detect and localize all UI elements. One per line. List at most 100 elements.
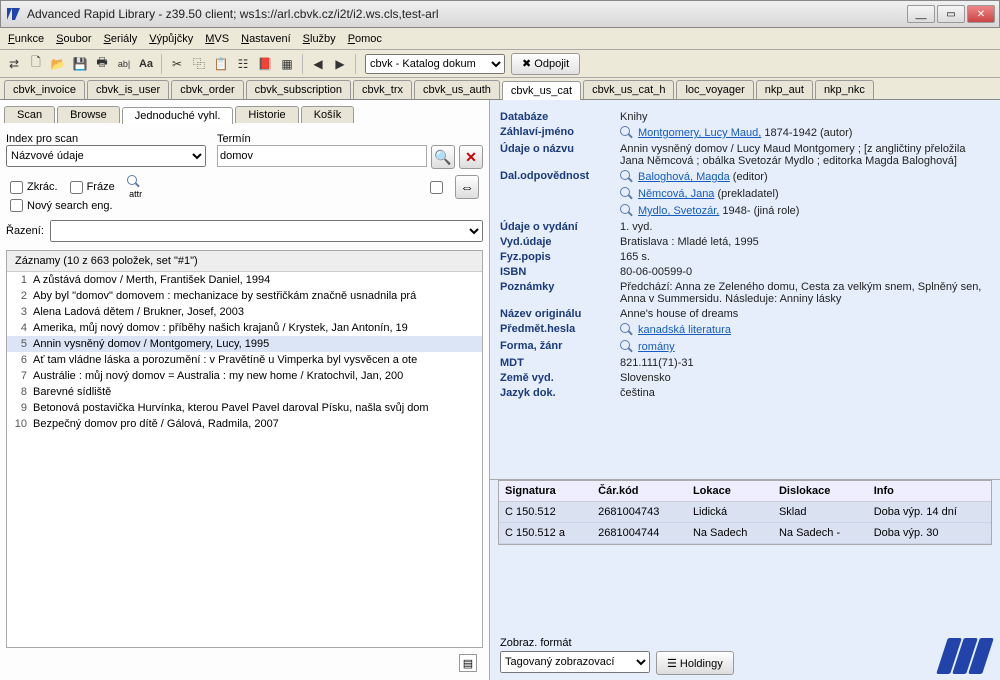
grid-icon[interactable]: ▦ xyxy=(277,54,297,74)
result-row[interactable]: 6Ať tam vládne láska a porozumění : v Pr… xyxy=(7,352,482,368)
list-expand-icon[interactable]: ▤ xyxy=(459,654,477,672)
holdings-row[interactable]: C 150.512 a2681004744Na SadechNa Sadech … xyxy=(499,523,991,544)
window-title: Advanced Rapid Library - z39.50 client; … xyxy=(27,7,907,21)
cut-icon[interactable]: ✂ xyxy=(167,54,187,74)
search-button[interactable]: 🔍 xyxy=(431,145,455,169)
result-row[interactable]: 4Amerika, můj nový domov : příběhy našic… xyxy=(7,320,482,336)
dbtab-cbvk_invoice[interactable]: cbvk_invoice xyxy=(4,80,85,99)
detail-label: Údaje o názvu xyxy=(500,143,620,155)
db-tabs: cbvk_invoicecbvk_is_usercbvk_ordercbvk_s… xyxy=(0,78,1000,100)
menubar: Funkce Soubor Seriály Výpůjčky MVS Nastavení S… xyxy=(0,28,1000,50)
database-select[interactable]: cbvk - Katalog dokum xyxy=(365,54,505,74)
detail-value: Slovensko xyxy=(620,372,990,384)
print-icon[interactable]: 🖶 xyxy=(92,54,112,74)
holdings-col: Info xyxy=(868,481,991,502)
menu-výpůjčky[interactable]: Výpůjčky xyxy=(149,33,193,45)
result-row[interactable]: 10Bezpečný domov pro dítě / Gálová, Radm… xyxy=(7,416,482,432)
dbtab-cbvk_us_cat[interactable]: cbvk_us_cat xyxy=(502,81,581,100)
zkrac-checkbox[interactable]: Zkrác. xyxy=(10,181,58,194)
book-icon[interactable]: 📕 xyxy=(255,54,275,74)
detail-link[interactable]: Mydlo, Svetozár, xyxy=(638,205,719,217)
maximize-button[interactable]: ▭ xyxy=(937,5,965,23)
dbtab-nkp_aut[interactable]: nkp_aut xyxy=(756,80,813,99)
detail-link[interactable]: Baloghová, Magda xyxy=(638,171,730,183)
detail-value: 821.111(71)-31 xyxy=(620,357,990,369)
dbtab-cbvk_is_user[interactable]: cbvk_is_user xyxy=(87,80,169,99)
clear-button[interactable]: ✕ xyxy=(459,145,483,169)
right-pane: DatabázeKnihyZáhlaví-jménoMontgomery, Lu… xyxy=(490,100,1000,680)
result-list: Záznamy (10 z 663 položek, set "#1") 1A … xyxy=(6,250,483,648)
connect-icon[interactable]: ⇄ xyxy=(4,54,24,74)
holdings-col: Čár.kód xyxy=(592,481,687,502)
index-select[interactable]: Názvové údaje xyxy=(6,145,206,167)
swap-button[interactable]: ⇔ xyxy=(455,175,479,199)
subtab-1[interactable]: Browse xyxy=(57,106,120,123)
term-label: Termín xyxy=(217,133,483,145)
unknown-checkbox[interactable] xyxy=(430,181,443,194)
menu-funkce[interactable]: Funkce xyxy=(8,33,44,45)
result-row[interactable]: 5Annin vysněný domov / Montgomery, Lucy,… xyxy=(7,336,482,352)
detail-label: Název originálu xyxy=(500,308,620,320)
menu-nastavení[interactable]: Nastavení xyxy=(241,33,291,45)
attr-icon[interactable] xyxy=(127,175,141,189)
close-button[interactable]: ✕ xyxy=(967,5,995,23)
detail-value: 165 s. xyxy=(620,251,990,263)
copy-icon[interactable]: ⿻ xyxy=(189,54,209,74)
detail-label: Poznámky xyxy=(500,281,620,293)
dbtab-cbvk_subscription[interactable]: cbvk_subscription xyxy=(246,80,351,99)
subtab-2[interactable]: Jednoduché vyhl. xyxy=(122,107,234,124)
font-icon[interactable]: Aa xyxy=(136,54,156,74)
subtab-3[interactable]: Historie xyxy=(235,106,298,123)
minimize-button[interactable]: __ xyxy=(907,5,935,23)
detail-value: Předchází: Anna ze Zeleného domu, Cesta … xyxy=(620,281,990,305)
menu-služby[interactable]: Služby xyxy=(303,33,336,45)
save-icon[interactable]: 💾 xyxy=(70,54,90,74)
next-icon[interactable]: ▶ xyxy=(330,54,350,74)
menu-pomoc[interactable]: Pomoc xyxy=(348,33,382,45)
detail-value: 1. vyd. xyxy=(620,221,990,233)
holdings-col: Lokace xyxy=(687,481,773,502)
prev-icon[interactable]: ◀ xyxy=(308,54,328,74)
dbtab-cbvk_us_cat_h[interactable]: cbvk_us_cat_h xyxy=(583,80,674,99)
subtab-4[interactable]: Košík xyxy=(301,106,355,123)
detail-link[interactable]: kanadská literatura xyxy=(638,324,731,336)
open-icon[interactable]: 📂 xyxy=(48,54,68,74)
detail-label: MDT xyxy=(500,357,620,369)
app-icon xyxy=(5,6,21,22)
fraze-checkbox[interactable]: Fráze xyxy=(70,181,115,194)
dbtab-cbvk_trx[interactable]: cbvk_trx xyxy=(353,80,412,99)
result-row[interactable]: 7Austrálie : můj nový domov = Australia … xyxy=(7,368,482,384)
holdings-button[interactable]: ☰ Holdingy xyxy=(656,651,734,675)
result-row[interactable]: 3Alena Ladová dětem / Brukner, Josef, 20… xyxy=(7,304,482,320)
paste-icon[interactable]: 📋 xyxy=(211,54,231,74)
dbtab-loc_voyager[interactable]: loc_voyager xyxy=(676,80,753,99)
record-detail: DatabázeKnihyZáhlaví-jménoMontgomery, Lu… xyxy=(490,100,1000,480)
window-titlebar: Advanced Rapid Library - z39.50 client; … xyxy=(0,0,1000,28)
detail-value: Mydlo, Svetozár, 1948- (jiná role) xyxy=(620,204,990,218)
result-row[interactable]: 2Aby byl "domov" domovem : mechanizace b… xyxy=(7,288,482,304)
dbtab-nkp_nkc[interactable]: nkp_nkc xyxy=(815,80,874,99)
holdings-row[interactable]: C 150.5122681004743LidickáSkladDoba výp.… xyxy=(499,502,991,523)
subtab-0[interactable]: Scan xyxy=(4,106,55,123)
detail-link[interactable]: Němcová, Jana xyxy=(638,188,714,200)
result-row[interactable]: 9Betonová postavička Hurvínka, kterou Pa… xyxy=(7,400,482,416)
dbtab-cbvk_order[interactable]: cbvk_order xyxy=(171,80,243,99)
term-input[interactable] xyxy=(217,145,427,167)
abl-icon[interactable]: ab| xyxy=(114,54,134,74)
newsearch-checkbox[interactable]: Nový search eng. xyxy=(10,199,113,212)
sort-select[interactable] xyxy=(50,220,483,242)
menu-soubor[interactable]: Soubor xyxy=(56,33,91,45)
detail-link[interactable]: Montgomery, Lucy Maud, xyxy=(638,127,761,139)
holdings-col: Dislokace xyxy=(773,481,868,502)
detail-link[interactable]: romány xyxy=(638,341,675,353)
format-select[interactable]: Tagovaný zobrazovací xyxy=(500,651,650,673)
menu-mvs[interactable]: MVS xyxy=(205,33,229,45)
result-row[interactable]: 8Barevné sídliště xyxy=(7,384,482,400)
disconnect-button[interactable]: ✖ Odpojit xyxy=(511,53,580,75)
result-row[interactable]: 1A zůstává domov / Merth, František Dani… xyxy=(7,272,482,288)
dbtab-cbvk_us_auth[interactable]: cbvk_us_auth xyxy=(414,80,500,99)
menu-seriály[interactable]: Seriály xyxy=(104,33,138,45)
new-icon[interactable]: 🗋 xyxy=(26,54,46,74)
detail-label: Fyz.popis xyxy=(500,251,620,263)
tree-icon[interactable]: ☷ xyxy=(233,54,253,74)
